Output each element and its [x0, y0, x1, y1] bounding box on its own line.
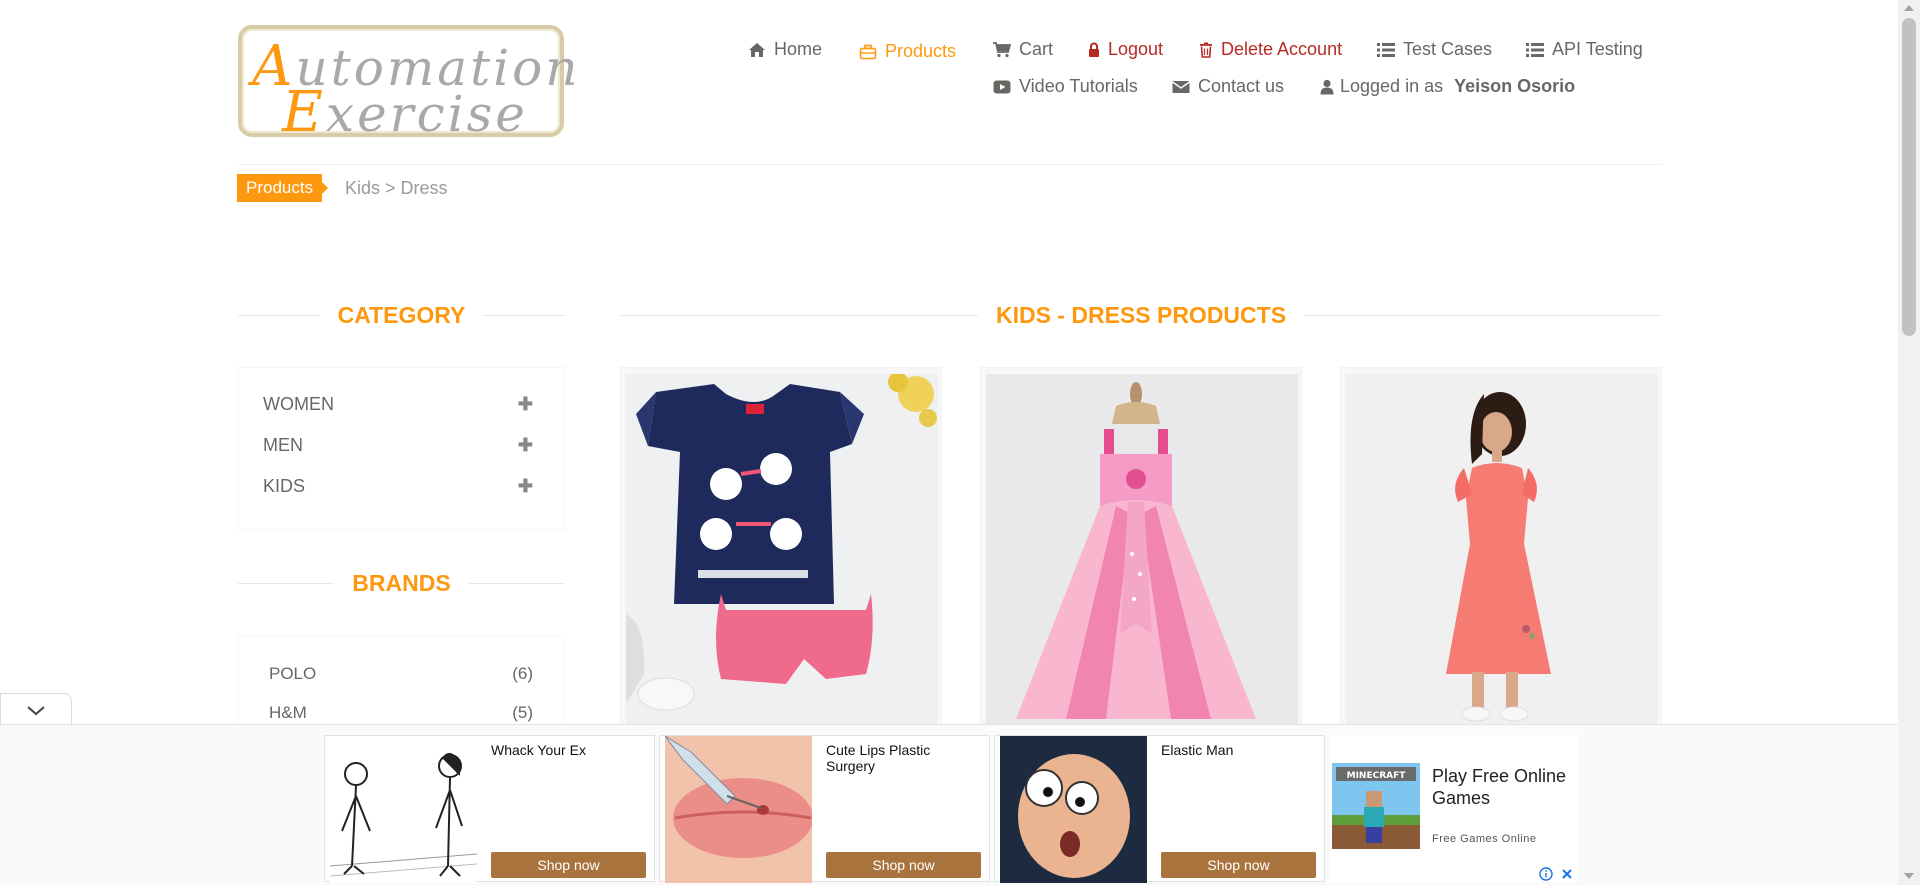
minecraft-badge-text: MINECRAFT — [1347, 771, 1407, 781]
product-image[interactable] — [986, 374, 1298, 727]
shop-now-button[interactable]: Shop now — [826, 852, 981, 878]
nav-logout-label: Logout — [1108, 39, 1164, 59]
products-heading: Kids - Dress Products — [620, 300, 1662, 330]
breadcrumb-path: Kids > Dress — [345, 178, 448, 198]
ad-image[interactable] — [665, 736, 812, 883]
product-card[interactable] — [620, 367, 942, 727]
plus-icon[interactable]: ✚ — [518, 435, 533, 456]
nav-home-label: Home — [774, 39, 823, 59]
list-icon — [1526, 41, 1544, 57]
nav-delete-account-label: Delete Account — [1221, 39, 1343, 59]
home-icon — [748, 41, 766, 57]
ad-image[interactable] — [1000, 736, 1147, 883]
lock-icon — [1088, 41, 1100, 57]
nav-products-label: Products — [885, 41, 957, 61]
nav-test-cases[interactable]: Test Cases — [1377, 38, 1492, 60]
product-image[interactable] — [1346, 374, 1658, 727]
brands-heading-text: Brands — [334, 570, 469, 596]
category-women[interactable]: WOMEN ✚ — [263, 390, 533, 418]
close-icon[interactable] — [1560, 867, 1574, 881]
site-logo[interactable]: Automation Exercise — [238, 25, 577, 141]
ad-title[interactable]: Elastic Man — [1161, 742, 1311, 758]
nav-api-testing-label: API Testing — [1552, 39, 1643, 59]
ad-card[interactable]: Cute Lips Plastic Surgery Shop now — [659, 735, 990, 883]
logged-in-label: Logged in as — [1340, 76, 1444, 96]
ad-title[interactable]: Whack Your Ex — [491, 742, 641, 758]
ad-subtitle: Free Games Online — [1432, 833, 1537, 845]
category-men-label: MEN — [263, 434, 303, 455]
logo-line-2-rest: xercise — [325, 85, 528, 143]
nav-delete-account[interactable]: Delete Account — [1199, 38, 1342, 60]
trash-icon — [1199, 41, 1213, 58]
nav-test-cases-label: Test Cases — [1403, 39, 1493, 59]
category-heading: Category — [238, 300, 565, 330]
nav-cart[interactable]: Cart — [993, 38, 1053, 60]
brand-hm-name: H&M — [269, 703, 307, 722]
category-women-label: WOMEN — [263, 393, 334, 414]
plus-icon[interactable]: ✚ — [518, 394, 533, 415]
nav-api-testing[interactable]: API Testing — [1526, 38, 1643, 60]
ad-card[interactable]: Whack Your Ex Shop now — [324, 735, 655, 883]
ad-image[interactable] — [330, 736, 477, 883]
category-men[interactable]: MEN ✚ — [263, 431, 533, 459]
category-kids-label: KIDS — [263, 475, 306, 496]
shop-now-button[interactable]: Shop now — [491, 852, 646, 878]
ad-title[interactable]: Cute Lips Plastic Surgery — [826, 742, 976, 774]
plus-icon[interactable]: ✚ — [518, 476, 533, 497]
ad-title[interactable]: Play Free Online Games — [1432, 765, 1582, 809]
logged-in-user-name: Yeison Osorio — [1454, 76, 1576, 96]
product-image[interactable] — [626, 374, 938, 727]
nav-logged-in-as[interactable]: Logged in as Yeison Osorio — [1320, 75, 1575, 97]
nav-video-tutorials[interactable]: Video Tutorials — [993, 75, 1138, 97]
briefcase-icon — [859, 43, 877, 60]
header-divider — [238, 164, 1662, 165]
user-icon — [1320, 78, 1334, 95]
nav-contact-us-label: Contact us — [1198, 76, 1285, 96]
category-kids[interactable]: KIDS ✚ — [263, 472, 533, 500]
product-card[interactable] — [1340, 367, 1662, 727]
nav-video-tutorials-label: Video Tutorials — [1019, 76, 1138, 96]
ad-collapse-button[interactable] — [0, 693, 72, 724]
brand-hm[interactable]: H&M (5) — [269, 701, 533, 725]
brands-heading: Brands — [238, 568, 565, 598]
scrollbar-thumb[interactable] — [1902, 18, 1916, 336]
cart-icon — [993, 41, 1012, 58]
chevron-down-icon — [27, 706, 45, 716]
ad-card[interactable]: Elastic Man Shop now — [994, 735, 1325, 883]
nav-cart-label: Cart — [1019, 39, 1054, 59]
ad-image[interactable]: MINECRAFT — [1332, 763, 1420, 849]
nav-products[interactable]: Products — [859, 40, 956, 62]
shop-now-button[interactable]: Shop now — [1161, 852, 1316, 878]
brand-polo-name: POLO — [269, 664, 317, 683]
brand-hm-count: (5) — [512, 703, 533, 722]
info-icon[interactable] — [1539, 867, 1553, 881]
products-heading-text: Kids - Dress Products — [977, 302, 1305, 328]
product-card[interactable] — [980, 367, 1302, 727]
scroll-up-arrow[interactable] — [1904, 5, 1914, 11]
scroll-down-arrow[interactable] — [1904, 873, 1914, 879]
youtube-icon — [993, 78, 1011, 94]
list-icon — [1377, 41, 1395, 57]
breadcrumb-tag[interactable]: Products — [237, 174, 329, 202]
brand-polo-count: (6) — [512, 664, 533, 683]
nav-logout[interactable]: Logout — [1088, 38, 1163, 60]
envelope-icon — [1172, 78, 1190, 94]
ad-card-games[interactable]: MINECRAFT Play Free Online Games Free Ga… — [1330, 735, 1578, 882]
category-heading-text: Category — [319, 302, 484, 328]
nav-home[interactable]: Home — [748, 38, 822, 60]
logo-line-2: Exercise — [282, 80, 528, 145]
nav-contact-us[interactable]: Contact us — [1172, 75, 1284, 97]
brand-polo[interactable]: POLO (6) — [269, 662, 533, 686]
